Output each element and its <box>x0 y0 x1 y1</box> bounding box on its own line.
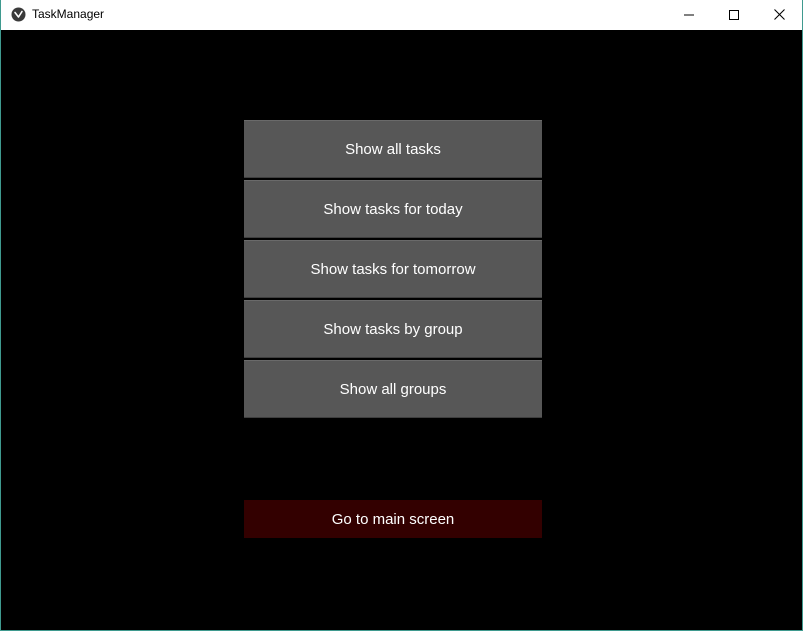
app-logo-icon <box>11 7 26 22</box>
maximize-button[interactable] <box>711 0 757 29</box>
title-bar[interactable]: TaskManager <box>1 0 802 30</box>
minimize-icon <box>684 10 694 20</box>
close-button[interactable] <box>756 0 802 29</box>
close-icon <box>773 9 785 20</box>
show-tasks-by-group-button[interactable]: Show tasks by group <box>244 300 542 358</box>
go-to-main-screen-button[interactable]: Go to main screen <box>244 500 542 538</box>
show-all-tasks-button[interactable]: Show all tasks <box>244 120 542 178</box>
app-window: TaskManager Show all tasks Show tasks fo… <box>0 0 803 631</box>
main-content: Show all tasks Show tasks for today Show… <box>1 30 802 630</box>
show-tasks-today-button[interactable]: Show tasks for today <box>244 180 542 238</box>
window-title: TaskManager <box>32 7 105 21</box>
show-all-groups-button[interactable]: Show all groups <box>244 360 542 418</box>
maximize-icon <box>729 9 739 20</box>
show-tasks-tomorrow-button[interactable]: Show tasks for tomorrow <box>244 240 542 298</box>
minimize-button[interactable] <box>666 0 712 29</box>
